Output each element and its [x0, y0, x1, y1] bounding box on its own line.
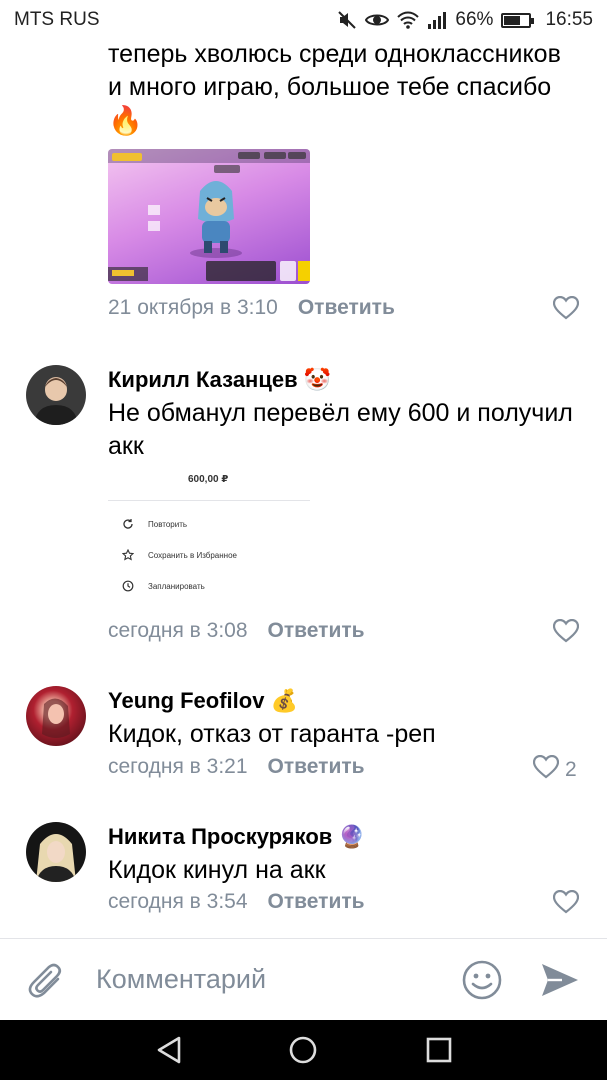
attach-icon[interactable] [28, 961, 66, 1006]
comment-meta: сегодня в 3:08 Ответить [108, 619, 365, 643]
comment-meta: сегодня в 3:21 Ответить [108, 755, 365, 779]
clock-icon [122, 580, 134, 592]
comment-meta: 21 октября в 3:10 Ответить [108, 296, 395, 320]
like-button[interactable]: 2 [532, 754, 577, 785]
comment-text: Кидок, отказ от гаранта -реп [108, 718, 588, 751]
back-icon[interactable] [156, 1036, 182, 1069]
navigation-bar [0, 1020, 607, 1080]
avatar[interactable] [26, 822, 86, 882]
comment-author[interactable]: Никита Проскуряков 🔮 [108, 824, 366, 850]
author-name: Никита Проскуряков [108, 824, 333, 849]
star-icon [122, 549, 134, 561]
comment-author[interactable]: Yeung Feofilov 💰 [108, 688, 298, 714]
heart-icon [552, 295, 580, 326]
payment-action: Сохранить в Избранное [122, 549, 237, 561]
like-count: 2 [565, 758, 577, 781]
payment-screenshot-image[interactable]: 600,00 ₽ Повторить Сохранить в Избранное… [108, 464, 310, 604]
heart-icon [532, 754, 560, 785]
money-bag-emoji: 💰 [270, 688, 298, 713]
comment-text-line: акк [108, 432, 144, 460]
reply-button[interactable]: Ответить [298, 296, 395, 320]
home-icon[interactable] [289, 1036, 317, 1069]
comment-date: сегодня в 3:21 [108, 755, 248, 778]
comment-text-line: и много играю, большое тебе спасибо [108, 73, 552, 101]
comment-input[interactable]: Комментарий [96, 964, 266, 995]
like-button[interactable] [552, 889, 580, 920]
comment-meta: сегодня в 3:54 Ответить [108, 890, 365, 914]
comment-text-line: Не обманул перевёл ему 600 и получил [108, 399, 573, 427]
comment-text: Кидок кинул на акк [108, 854, 588, 887]
comment-text: Не обманул перевёл ему 600 и получил акк [108, 397, 588, 463]
payment-action: Повторить [122, 518, 187, 530]
battery-percent: 66% [455, 9, 494, 30]
comments-feed[interactable]: теперь хволюсь среди одноклассников и мн… [0, 40, 607, 937]
recent-icon[interactable] [426, 1037, 452, 1068]
comment-text: теперь хволюсь среди одноклассников и мн… [108, 40, 588, 139]
reply-button[interactable]: Ответить [268, 619, 365, 643]
author-name: Кирилл Казанцев [108, 367, 298, 392]
comment-date: сегодня в 3:54 [108, 890, 248, 913]
like-button[interactable] [552, 618, 580, 649]
payment-action-label: Запланировать [148, 581, 205, 591]
heart-icon [552, 889, 580, 920]
mute-icon [337, 10, 357, 30]
payment-amount: 600,00 ₽ [188, 474, 229, 485]
battery-icon [501, 12, 535, 28]
comment-text-line: Кидок кинул на акк [108, 856, 326, 884]
heart-icon [552, 618, 580, 649]
comment-date: сегодня в 3:08 [108, 619, 248, 642]
author-name: Yeung Feofilov [108, 688, 265, 713]
comment-date: 21 октября в 3:10 [108, 296, 278, 319]
clown-emoji: 🤡 [303, 367, 332, 392]
game-screenshot-image[interactable] [108, 149, 310, 284]
like-button[interactable] [552, 295, 580, 326]
reply-button[interactable]: Ответить [268, 755, 365, 779]
clock: 16:55 [545, 9, 593, 30]
reply-button[interactable]: Ответить [268, 890, 365, 914]
divider [108, 500, 310, 501]
repeat-icon [123, 519, 133, 529]
send-icon[interactable] [540, 961, 580, 1004]
signal-icon [427, 11, 447, 29]
wifi-icon [397, 11, 420, 29]
comment-text-line: теперь хволюсь среди одноклассников [108, 40, 561, 68]
crystal-ball-emoji: 🔮 [338, 824, 366, 849]
fire-emoji: 🔥 [108, 105, 143, 136]
payment-action-label: Сохранить в Избранное [148, 550, 237, 560]
comment-author[interactable]: Кирилл Казанцев 🤡 [108, 367, 331, 393]
comment-text-line: Кидок, отказ от гаранта -реп [108, 720, 436, 748]
status-bar: MTS RUS 66% 16:55 [0, 0, 607, 40]
carrier-name: MTS RUS [14, 9, 100, 30]
smile-icon[interactable] [461, 959, 503, 1006]
eye-icon [365, 11, 390, 29]
avatar[interactable] [26, 365, 86, 425]
payment-action-label: Повторить [148, 519, 188, 529]
comment-bar: Комментарий [0, 938, 607, 1020]
payment-action: Запланировать [122, 580, 205, 592]
avatar[interactable] [26, 686, 86, 746]
